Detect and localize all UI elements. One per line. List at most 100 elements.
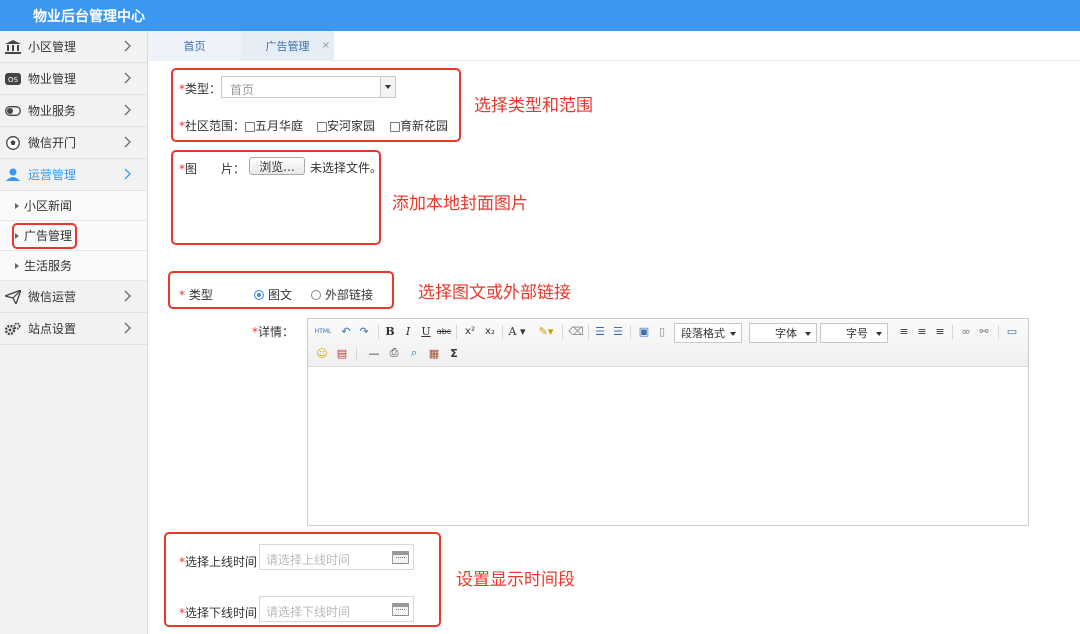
sidebar-subitem-life[interactable]: 生活服务 [0, 251, 147, 281]
calendar-icon[interactable] [392, 603, 409, 616]
underline-icon[interactable]: U [418, 323, 434, 339]
ordered-list-icon[interactable]: ☰ [592, 323, 608, 339]
radio-label: 外部链接 [325, 288, 374, 302]
image-insert-icon[interactable]: ▤ [334, 345, 350, 361]
emoji-icon[interactable]: ☺ [314, 345, 330, 361]
strikethrough-icon[interactable]: abc [436, 323, 452, 339]
sidebar-item-label: 微信开门 [28, 136, 77, 150]
page-icon[interactable]: ▯ [654, 323, 670, 339]
detail-label: *详情： [252, 325, 295, 339]
community-checkbox[interactable] [245, 122, 255, 132]
sidebar-item-wechat-ops[interactable]: 微信运营 [0, 281, 147, 313]
no-file-text: 未选择文件。 [310, 161, 383, 175]
sidebar-item-operations[interactable]: 运营管理 [0, 159, 147, 191]
community-checkbox[interactable] [317, 122, 327, 132]
online-time-input[interactable]: 请选择上线时间 [259, 544, 414, 570]
sidebar-item-label: 微信运营 [28, 290, 77, 304]
sidebar-item-property[interactable]: OS 物业管理 [0, 63, 147, 95]
editor-toolbar: HTML ↶ ↷ B I U abc x² x₂ A ▾ ✎▾ ⌫ ☰ ☰ ▣ … [308, 319, 1028, 367]
bold-icon[interactable]: B [382, 323, 398, 339]
caret-right-icon [15, 262, 19, 269]
font-family-select[interactable]: 字体 [749, 323, 817, 343]
tab-label: 首页 [183, 40, 206, 53]
tab-ad-management[interactable]: 广告管理 × [241, 31, 334, 61]
type-select-value: 首页 [230, 83, 255, 97]
send-icon [5, 289, 21, 305]
chevron-right-icon [124, 72, 131, 84]
unlink-icon[interactable]: ⚯ [976, 323, 992, 339]
fullscreen-icon[interactable]: ▭ [1004, 323, 1020, 339]
preview-icon[interactable]: ⌕ [406, 345, 422, 361]
html-source-icon[interactable]: HTML [314, 323, 332, 339]
sidebar-item-label: 小区管理 [28, 40, 77, 54]
subscript-icon[interactable]: x₂ [482, 323, 498, 339]
community-label: 育新花园 [400, 119, 449, 133]
content-type-label: * 类型 [179, 288, 213, 302]
svg-text:OS: OS [8, 76, 19, 84]
offline-time-label: *选择下线时间 [179, 606, 258, 620]
scope-label: *社区范围： [179, 119, 246, 133]
align-center-icon[interactable]: ≡ [914, 323, 930, 339]
os-badge-icon: OS [5, 71, 21, 87]
italic-icon[interactable]: I [400, 323, 416, 339]
community-label: 安河家园 [327, 119, 376, 133]
sidebar-item-site-settings[interactable]: 站点设置 [0, 313, 147, 345]
type-label: *类型： [179, 82, 222, 96]
type-select[interactable]: 首页 [221, 76, 396, 98]
chevron-right-icon [124, 104, 131, 116]
chevron-right-icon [124, 40, 131, 52]
online-time-label: *选择上线时间 [179, 555, 258, 569]
dropdown-arrow-icon [380, 77, 395, 97]
align-right-icon[interactable]: ≡ [932, 323, 948, 339]
annotation-cover-image: 添加本地封面图片 [392, 194, 528, 214]
editor-content-area[interactable] [308, 368, 1028, 525]
font-size-select[interactable]: 字号 [820, 323, 888, 343]
link-icon[interactable]: ∞ [958, 323, 974, 339]
radio-external-link[interactable] [311, 290, 321, 300]
paragraph-format-select[interactable]: 段落格式 [674, 323, 742, 343]
gears-icon [5, 321, 21, 337]
top-bar: 物业后台管理中心 [0, 0, 1080, 31]
highlight-color-icon[interactable]: ✎▾ [534, 323, 558, 339]
sidebar-item-wechat-door[interactable]: 微信开门 [0, 127, 147, 159]
sidebar-item-label: 站点设置 [28, 322, 77, 336]
undo-icon[interactable]: ↶ [338, 323, 354, 339]
eraser-icon[interactable]: ⌫ [568, 323, 584, 339]
tab-bar: 首页 广告管理 × [148, 31, 1080, 61]
sidebar-item-label: 物业服务 [28, 104, 77, 118]
annotation-time-range: 设置显示时间段 [456, 570, 575, 590]
calendar-icon[interactable] [392, 551, 409, 564]
user-icon [5, 167, 21, 183]
superscript-icon[interactable]: x² [462, 323, 478, 339]
online-time-placeholder: 请选择上线时间 [266, 553, 351, 567]
sidebar-item-label: 运营管理 [28, 168, 77, 182]
community-checkbox[interactable] [390, 122, 400, 132]
annotation-link-type: 选择图文或外部链接 [418, 283, 571, 303]
sidebar-subitem-news[interactable]: 小区新闻 [0, 191, 147, 221]
print-icon[interactable]: ⎙ [386, 345, 402, 361]
chevron-right-icon [124, 322, 131, 334]
image-label: *图 片： [179, 162, 246, 176]
horizontal-rule-icon[interactable]: — [366, 345, 382, 361]
browse-button[interactable]: 浏览... [249, 157, 305, 175]
close-icon[interactable]: × [322, 40, 330, 51]
tab-home[interactable]: 首页 [148, 31, 241, 61]
sidebar-subitem-label: 小区新闻 [24, 199, 73, 213]
align-left-icon[interactable]: ≡ [896, 323, 912, 339]
sidebar: 小区管理 OS 物业管理 物业服务 微信开门 运营管理 小区新闻 广告管理 生活… [0, 31, 148, 634]
sidebar-item-service[interactable]: 物业服务 [0, 95, 147, 127]
paste-icon[interactable]: ▦ [426, 345, 442, 361]
formula-icon[interactable]: Σ [446, 345, 462, 361]
chevron-right-icon [124, 290, 131, 302]
font-color-icon[interactable]: A ▾ [506, 323, 528, 339]
chevron-right-icon [124, 168, 131, 180]
offline-time-placeholder: 请选择下线时间 [266, 605, 351, 619]
sidebar-item-community[interactable]: 小区管理 [0, 31, 147, 63]
redo-icon[interactable]: ↷ [356, 323, 372, 339]
offline-time-input[interactable]: 请选择下线时间 [259, 596, 414, 622]
bank-icon [5, 39, 21, 55]
soccer-ball-icon [5, 135, 21, 151]
text-box-icon[interactable]: ▣ [636, 323, 652, 339]
unordered-list-icon[interactable]: ☰ [610, 323, 626, 339]
radio-image-text[interactable] [254, 290, 264, 300]
